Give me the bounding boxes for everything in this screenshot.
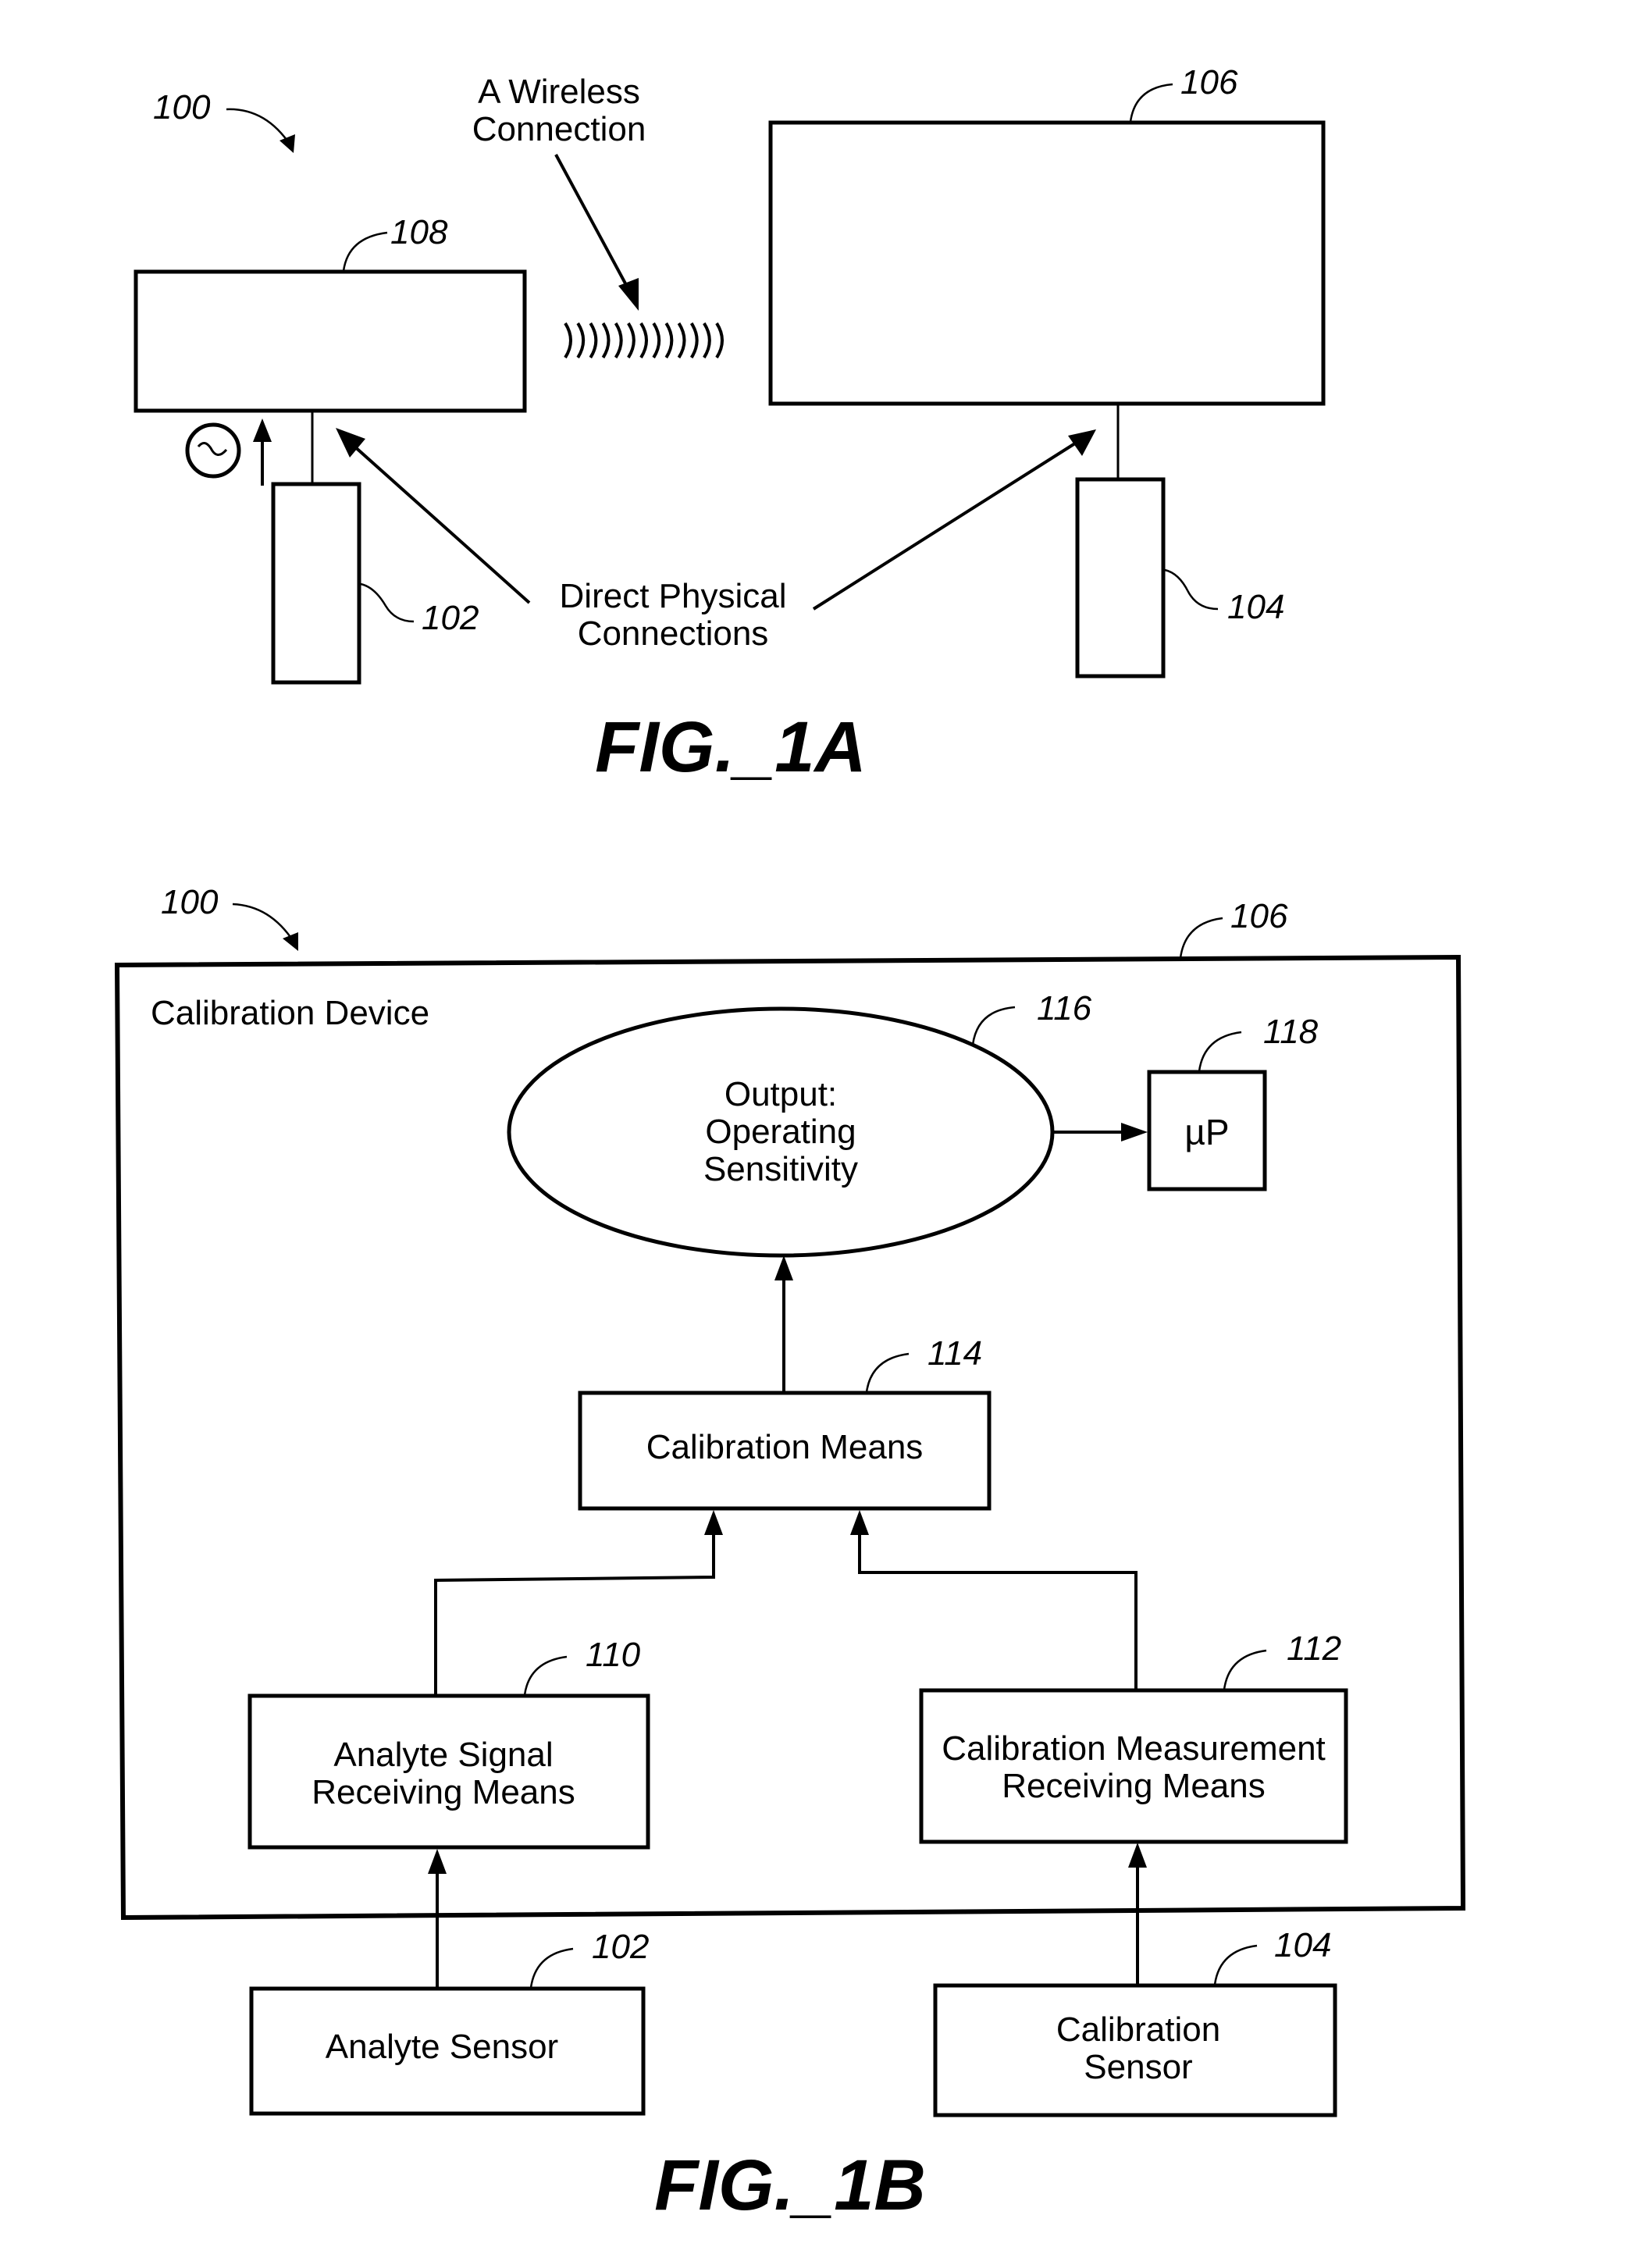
wireless-wave-arc	[689, 322, 699, 359]
calibration-means-label: Calibration Means	[646, 1428, 924, 1466]
ref-102-leader-1b	[529, 1947, 574, 1989]
ref-116: 116	[1037, 989, 1092, 1027]
physical-label-line1: Direct Physical	[560, 577, 787, 615]
wireless-wave-arc	[677, 322, 686, 359]
wireless-wave-arc	[715, 322, 724, 359]
calibration-receiving-line2: Receiving Means	[1002, 1767, 1266, 1805]
ref-100-arrow-1a	[226, 108, 292, 146]
calibration-receiving-line1: Calibration Measurement	[942, 1729, 1326, 1768]
ref-106-leader-1b	[1179, 917, 1223, 959]
calibration-sensor-line2: Sensor	[1084, 2048, 1192, 2086]
figure-1a: 100 A Wireless Connection 108 102 106 10…	[134, 63, 1326, 787]
physical-label-line2: Connections	[578, 614, 769, 653]
ref-100-1a: 100	[153, 88, 211, 126]
ref-110: 110	[586, 1636, 641, 1674]
ref-104-1a: 104	[1227, 588, 1284, 626]
output-line3: Sensitivity	[703, 1150, 858, 1188]
figure-1b-caption: FIG._1B	[654, 2146, 926, 2225]
analyte-receiving-to-means-line	[434, 1532, 715, 1694]
wireless-wave-arc	[614, 322, 623, 359]
ref-106-1a: 106	[1180, 63, 1238, 101]
wireless-pointer-arrowhead	[618, 278, 639, 311]
ac-sine-source-icon	[185, 422, 241, 479]
ref-118: 118	[1263, 1013, 1319, 1051]
calibration-sensor-box-104	[1075, 477, 1166, 678]
ref-112-leader	[1223, 1649, 1267, 1690]
wireless-wave-arc	[664, 322, 674, 359]
wireless-wave-arc	[627, 322, 636, 359]
analyte-sensor-to-receiving-arrowhead	[428, 1849, 447, 1874]
wireless-wave-arc	[652, 322, 661, 359]
transmitter-box-108	[134, 269, 527, 413]
ref-100-arrowhead-1b	[283, 932, 298, 951]
physical-pointer-right-arrowhead	[1068, 429, 1096, 456]
calibration-sensor-line1: Calibration	[1056, 2010, 1220, 2049]
ref-108-leader	[342, 231, 388, 272]
analyte-receiving-line1: Analyte Signal	[333, 1736, 553, 1774]
ref-106-1b: 106	[1230, 897, 1288, 935]
ref-104-leader-1b	[1213, 1944, 1258, 1985]
analyte-receiving-to-means-arrowhead	[704, 1510, 723, 1535]
ref-102-1b: 102	[592, 1928, 649, 1966]
ref-102-1a: 102	[422, 599, 479, 637]
current-up-arrowhead-icon	[253, 418, 272, 442]
means-to-output-arrowhead	[774, 1255, 793, 1280]
physical-pointer-left-line	[351, 443, 531, 604]
ref-116-leader	[971, 1006, 1016, 1045]
microprocessor-label: µP	[1184, 1112, 1229, 1152]
ref-118-leader	[1198, 1031, 1242, 1072]
ref-100-arrow-1b	[232, 903, 295, 942]
ref-100-1b: 100	[161, 883, 219, 921]
calibration-receiving-to-means-line	[858, 1532, 1138, 1690]
ref-114-leader	[865, 1352, 910, 1393]
figure-1b: 100 106 Calibration Device Output: Opera…	[114, 883, 1466, 2225]
ref-114: 114	[927, 1334, 982, 1373]
ref-104-leader-1a	[1164, 568, 1219, 611]
ref-100-arrowhead-1a	[279, 134, 295, 153]
wireless-label-line1: A Wireless	[478, 73, 640, 111]
wireless-wave-arc	[703, 322, 711, 359]
analyte-sensor-box-102	[271, 482, 361, 685]
calibration-device-label: Calibration Device	[151, 994, 429, 1032]
patent-drawing: 100 A Wireless Connection 108 102 106 10…	[114, 63, 1466, 2225]
output-line1: Output:	[725, 1075, 837, 1113]
wireless-label-line2: Connection	[472, 110, 646, 148]
calibration-device-box-106	[768, 120, 1326, 406]
output-to-up-arrowhead	[1121, 1123, 1148, 1141]
figure-1a-caption: FIG._1A	[595, 707, 867, 787]
ref-104-1b: 104	[1274, 1926, 1331, 1964]
ref-110-leader	[523, 1655, 568, 1696]
ref-102-leader-1a	[360, 582, 415, 623]
wireless-wave-arc	[564, 322, 572, 359]
analyte-sensor-label: Analyte Sensor	[326, 2028, 558, 2066]
ref-112: 112	[1287, 1629, 1341, 1668]
wireless-wave-arc	[576, 322, 586, 359]
ref-106-leader-1a	[1129, 83, 1173, 123]
ref-108: 108	[390, 213, 448, 251]
calibration-sensor-to-receiving-arrowhead	[1128, 1843, 1147, 1868]
physical-pointer-right-line	[812, 440, 1079, 611]
wireless-wave-arc	[589, 322, 598, 359]
output-line2: Operating	[705, 1113, 856, 1151]
wireless-wave-arc	[601, 322, 611, 359]
wireless-pointer-line	[554, 154, 632, 294]
wireless-wave-arc	[639, 322, 648, 359]
calibration-receiving-to-means-arrowhead	[850, 1510, 869, 1535]
wireless-waves-icon	[564, 322, 724, 359]
analyte-receiving-line2: Receiving Means	[312, 1773, 575, 1811]
